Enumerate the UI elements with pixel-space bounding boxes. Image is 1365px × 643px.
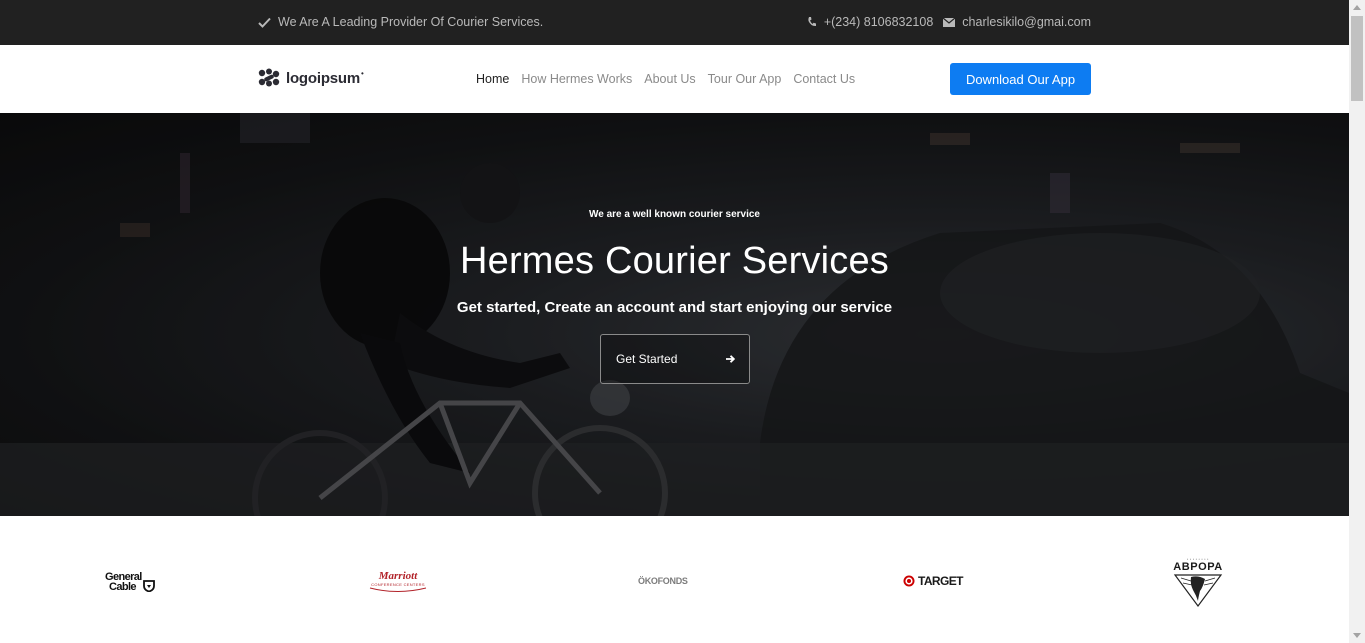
logo-dot-icon: • <box>361 69 364 78</box>
arrow-right-icon <box>725 354 735 364</box>
logo-mark-icon <box>258 68 280 88</box>
general-cable-line-1: General <box>105 570 142 583</box>
marriott-swoosh-icon <box>369 587 427 592</box>
nav-home[interactable]: Home <box>476 72 509 86</box>
scroll-down-arrow-icon[interactable] <box>1353 633 1361 638</box>
brand-okofonds: ÖKOFONDS <box>638 576 688 586</box>
phone-contact[interactable]: +(234) 8106832108 <box>807 15 933 29</box>
nav-how-hermes-works[interactable]: How Hermes Works <box>521 72 632 86</box>
phone-icon <box>807 16 817 28</box>
phone-text: +(234) 8106832108 <box>823 15 934 29</box>
brand-avrora: • • • • • • • • АВРОРА <box>1173 557 1223 607</box>
email-text: charlesikilo@gmai.com <box>962 15 1091 29</box>
navbar: logoipsum • Home How Hermes Works About … <box>0 45 1349 113</box>
shield-icon <box>142 580 155 592</box>
hero-eyebrow: We are a well known courier service <box>588 209 760 220</box>
envelope-icon <box>943 17 956 27</box>
general-cable-line-2: Cable <box>109 580 137 593</box>
top-contacts: +(234) 8106832108 charlesikilo@gmai.com <box>807 15 1091 29</box>
download-app-button[interactable]: Download Our App <box>950 63 1091 95</box>
top-tagline: We Are A Leading Provider Of Courier Ser… <box>258 15 543 29</box>
brand-logos: General Cable Marriott CONFERENCE CENTER… <box>0 516 1349 643</box>
nav-contact-us[interactable]: Contact Us <box>793 72 855 86</box>
okofonds-wordmark: ÖKOFONDS <box>638 576 688 586</box>
check-icon <box>258 17 271 28</box>
page-scrollbar[interactable] <box>1349 0 1365 643</box>
main-nav: Home How Hermes Works About Us Tour Our … <box>476 72 855 86</box>
target-wordmark: TARGET <box>918 574 963 588</box>
target-bullseye-icon <box>903 575 915 587</box>
email-contact[interactable]: charlesikilo@gmai.com <box>943 15 1091 29</box>
marriott-wordmark: Marriott <box>378 570 418 582</box>
page: We Are A Leading Provider Of Courier Ser… <box>0 0 1365 643</box>
brand-target: TARGET <box>903 574 963 588</box>
brand-marriott: Marriott CONFERENCE CENTERS <box>369 571 427 593</box>
get-started-label: Get Started <box>616 352 678 366</box>
avrora-emblem-icon <box>1173 574 1223 607</box>
nav-tour-our-app[interactable]: Tour Our App <box>708 72 782 86</box>
hero-section: We are a well known courier service Herm… <box>0 113 1349 516</box>
get-started-button[interactable]: Get Started <box>600 334 750 384</box>
tagline-text: We Are A Leading Provider Of Courier Ser… <box>278 15 544 29</box>
logo-text: logoipsum <box>286 69 361 87</box>
scroll-thumb[interactable] <box>1351 16 1363 101</box>
top-bar: We Are A Leading Provider Of Courier Ser… <box>0 0 1349 45</box>
scroll-up-arrow-icon[interactable] <box>1353 5 1361 10</box>
nav-about-us[interactable]: About Us <box>644 72 695 86</box>
logo[interactable]: logoipsum • <box>258 68 364 88</box>
hero-title: Hermes Courier Services <box>459 240 890 282</box>
avrora-wordmark: АВРОРА <box>1173 561 1223 573</box>
brand-general-cable: General Cable <box>105 571 155 592</box>
hero-subtitle: Get started, Create an account and start… <box>456 299 893 316</box>
